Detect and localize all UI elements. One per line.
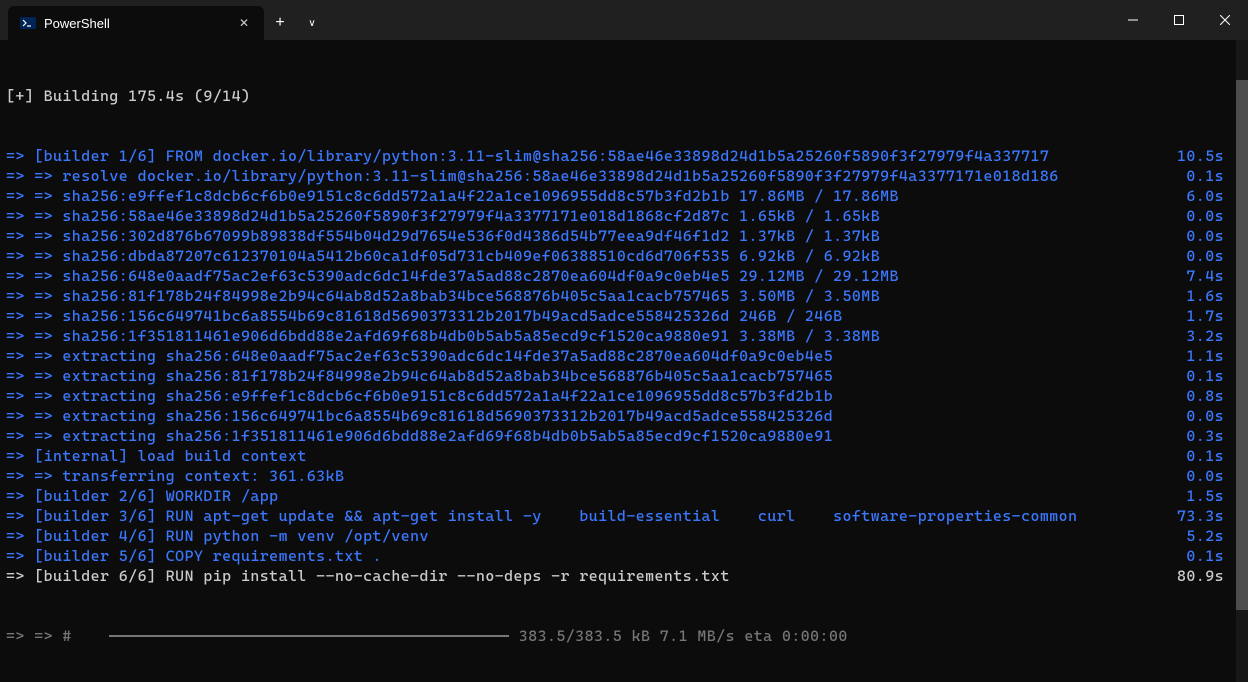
build-header: [+] Building 175.4s (9/14) <box>6 86 1242 106</box>
progress-line-1: => => # 383.5/383.5 kB 7.1 MB/s eta 0:00… <box>6 626 1242 646</box>
build-output-line: => => extracting sha256:648e0aadf75ac2ef… <box>6 346 1242 366</box>
tab-title: PowerShell <box>44 16 234 31</box>
tab-powershell[interactable]: PowerShell ✕ <box>8 6 264 40</box>
build-output-line: => => sha256:1f351811461e906d6bdd88e2afd… <box>6 326 1242 346</box>
build-output-line: => => sha256:648e0aadf75ac2ef63c5390adc6… <box>6 266 1242 286</box>
build-output-line: => => extracting sha256:81f178b24f84998e… <box>6 366 1242 386</box>
scrollbar-thumb[interactable] <box>1236 80 1248 610</box>
build-output-line: => => transferring context: 361.63kB0.0s <box>6 466 1242 486</box>
powershell-icon <box>20 15 36 31</box>
close-button[interactable] <box>1202 0 1248 40</box>
maximize-button[interactable] <box>1156 0 1202 40</box>
terminal-content[interactable]: [+] Building 175.4s (9/14) => [builder 1… <box>0 40 1248 682</box>
build-output-line: => => sha256:dbda87207c612370104a5412b60… <box>6 246 1242 266</box>
build-output-line: => => extracting sha256:1f351811461e906d… <box>6 426 1242 446</box>
scrollbar[interactable] <box>1236 40 1248 682</box>
build-output-line: => [builder 2/6] WORKDIR /app1.5s <box>6 486 1242 506</box>
build-output-line: => [builder 3/6] RUN apt-get update && a… <box>6 506 1242 526</box>
build-output-line: => [builder 1/6] FROM docker.io/library/… <box>6 146 1242 166</box>
build-output-line: => [builder 5/6] COPY requirements.txt .… <box>6 546 1242 566</box>
titlebar: PowerShell ✕ + ∨ <box>0 0 1248 40</box>
build-output-line: => => extracting sha256:e9ffef1c8dcb6cf6… <box>6 386 1242 406</box>
build-output-line: => [builder 6/6] RUN pip install --no-ca… <box>6 566 1242 586</box>
build-output-line: => [internal] load build context0.1s <box>6 446 1242 466</box>
build-output-line: => => sha256:81f178b24f84998e2b94c64ab8d… <box>6 286 1242 306</box>
new-tab-button[interactable]: + <box>264 6 296 40</box>
build-output-line: => => extracting sha256:156c649741bc6a85… <box>6 406 1242 426</box>
build-output-line: => => resolve docker.io/library/python:3… <box>6 166 1242 186</box>
build-output-line: => => sha256:156c649741bc6a8554b69c81618… <box>6 306 1242 326</box>
tab-close-button[interactable]: ✕ <box>234 13 254 33</box>
build-output-line: => => sha256:302d876b67099b89838df554b04… <box>6 226 1242 246</box>
titlebar-drag-area[interactable] <box>328 0 1110 40</box>
build-output-line: => [builder 4/6] RUN python -m venv /opt… <box>6 526 1242 546</box>
tab-dropdown-button[interactable]: ∨ <box>296 6 328 40</box>
build-output-line: => => sha256:58ae46e33898d24d1b5a25260f5… <box>6 206 1242 226</box>
window-controls <box>1110 0 1248 40</box>
build-output-line: => => sha256:e9ffef1c8dcb6cf6b0e9151c8c6… <box>6 186 1242 206</box>
minimize-button[interactable] <box>1110 0 1156 40</box>
